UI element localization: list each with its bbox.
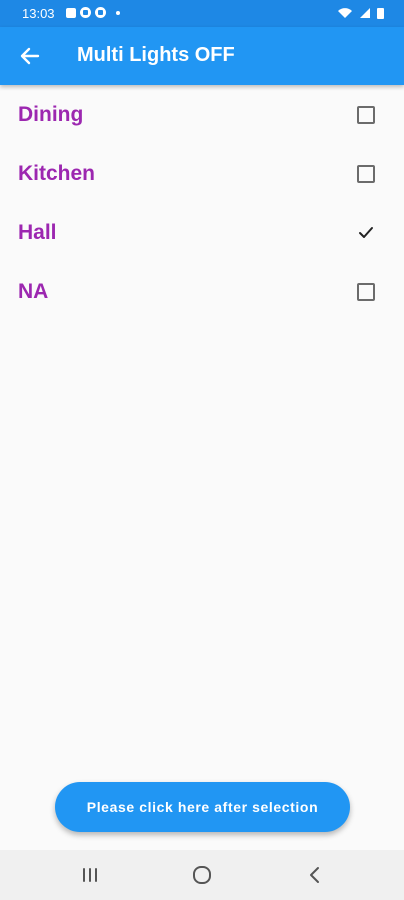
home-icon (193, 866, 211, 884)
home-button[interactable] (187, 863, 217, 887)
back-chevron-icon (310, 867, 319, 883)
list-item-hall[interactable]: Hall (0, 203, 404, 262)
confirm-selection-button[interactable]: Please click here after selection (55, 782, 350, 832)
system-nav-bar (0, 850, 404, 900)
checkbox-kitchen[interactable] (357, 164, 375, 183)
image-icon (66, 7, 76, 18)
grid-app-icon (95, 7, 106, 18)
nav-back-button[interactable] (300, 863, 330, 887)
recent-apps-button[interactable] (75, 863, 105, 887)
screen: 13:03 Multi Lights OFF Dining Kitchen Ha… (0, 0, 404, 900)
app-bar: Multi Lights OFF (0, 27, 404, 85)
list-item-na[interactable]: NA (0, 262, 404, 321)
checkbox-na[interactable] (357, 282, 375, 301)
checkmark-icon (359, 226, 373, 238)
wifi-icon (338, 8, 352, 18)
signal-icon (360, 8, 370, 18)
page-title: Multi Lights OFF (77, 44, 235, 66)
list-item-kitchen[interactable]: Kitchen (0, 144, 404, 203)
status-time: 13:03 (22, 6, 55, 21)
list-item-label: Hall (18, 220, 57, 244)
dot-icon (116, 10, 120, 15)
checkbox-hall[interactable] (357, 224, 375, 242)
arrow-left-icon (20, 47, 40, 65)
status-system-icons (337, 7, 384, 19)
checkbox-dining[interactable] (357, 105, 375, 124)
status-bar: 13:03 (0, 0, 404, 27)
list-item-label: Dining (18, 102, 84, 126)
list-item-label: Kitchen (18, 161, 96, 185)
lights-list: Dining Kitchen Hall NA (0, 85, 404, 321)
list-item-label: NA (18, 279, 49, 303)
list-item-dining[interactable]: Dining (0, 85, 404, 144)
recent-apps-icon (83, 868, 97, 882)
grid-app-icon (80, 7, 91, 18)
battery-icon (377, 8, 384, 19)
status-notification-icons (66, 7, 120, 18)
back-button[interactable] (14, 41, 46, 71)
